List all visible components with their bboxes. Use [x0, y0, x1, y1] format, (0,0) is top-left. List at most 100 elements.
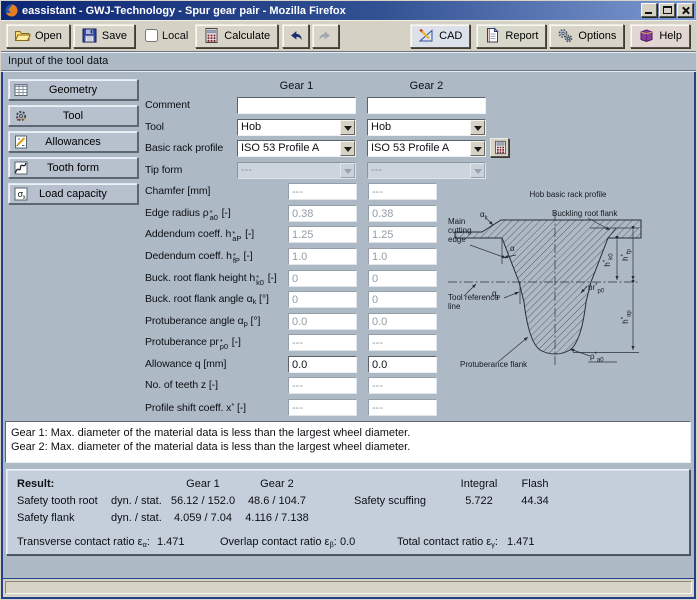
- hob-tooth-shape: [455, 220, 641, 354]
- no-of-teeth-z-gear2-input: [368, 377, 437, 394]
- maximize-icon: [663, 6, 672, 14]
- local-checkbox-group: Local: [145, 29, 188, 42]
- undo-button[interactable]: [282, 24, 309, 48]
- status-field: [5, 581, 692, 594]
- sidebar-item-load-capacity[interactable]: σ x Load capacity: [8, 183, 138, 204]
- cad-label: CAD: [439, 30, 462, 42]
- buck-root-flank-height-h-gear1-input: [288, 270, 357, 287]
- select-value: ---: [241, 164, 252, 176]
- select-value: Hob: [371, 121, 391, 133]
- dropdown-arrow-icon[interactable]: [340, 120, 355, 135]
- field-label: Chamfer [mm]: [145, 185, 210, 197]
- field-label: Buck. root flank angle αk [°]: [145, 293, 269, 306]
- overlap-contact-ratio-value: 0.0: [340, 536, 355, 548]
- sidebar-item-label: Geometry: [9, 84, 137, 96]
- protuberance-pr-gear1-input: [288, 334, 357, 351]
- help-button[interactable]: Help: [630, 24, 690, 48]
- buck-root-flank-angle-gear1-input: [288, 291, 357, 308]
- basic-rack-profile-gear2-select[interactable]: ISO 53 Profile A: [367, 140, 486, 157]
- svg-text:cutting: cutting: [448, 226, 472, 235]
- field-label: Buck. root flank height h*k0 [-]: [145, 272, 277, 285]
- maximize-button[interactable]: [659, 3, 675, 17]
- sidebar-item-tool[interactable]: Tool: [8, 105, 138, 126]
- report-button[interactable]: Report: [476, 24, 546, 48]
- content-area: Geometry Tool Allowances: [3, 72, 694, 578]
- sidebar-item-allowances[interactable]: Allowances: [8, 131, 138, 152]
- allowance-q-mm-gear2-input[interactable]: [368, 356, 437, 373]
- safety-scuffing-label: Safety scuffing: [354, 495, 426, 507]
- result-col-gear2: Gear 2: [227, 478, 327, 490]
- edge-radius-gear1-input: [288, 205, 357, 222]
- calculate-button[interactable]: Calculate: [195, 24, 278, 48]
- field-label: Addendum coeff. h*aP [-]: [145, 228, 254, 241]
- hob-basic-rack-profile-diagram: Hob basic rack profile Buc: [440, 186, 695, 388]
- alpha-label: α: [510, 244, 515, 253]
- tool-gear1-select[interactable]: Hob: [237, 119, 356, 136]
- options-button[interactable]: Options: [549, 24, 624, 48]
- result-row-label: Safety flank: [17, 512, 74, 524]
- field-label: Basic rack profile: [145, 142, 223, 154]
- result-col-integral: Integral: [449, 478, 509, 490]
- page-title: Input of the tool data: [1, 51, 696, 71]
- save-floppy-icon: [81, 27, 98, 44]
- result-panel: Result: Gear 1 Gear 2 Integral Flash Saf…: [6, 469, 690, 555]
- form-row-tip-form: Tip form------: [145, 162, 697, 180]
- toolbar: Open Save Local: [1, 20, 696, 51]
- dropdown-arrow-icon[interactable]: [470, 120, 485, 135]
- message-line: Gear 1: Max. diameter of the material da…: [11, 426, 685, 440]
- chamfer-mm-gear1-input: [288, 183, 357, 200]
- form-row-basic-rack-profile: Basic rack profile ISO 53 Profile A ISO 53…: [145, 140, 697, 158]
- protuberance-angle-gear2-input: [368, 313, 437, 330]
- dropdown-arrow-icon[interactable]: [470, 141, 485, 156]
- main-cutting-edge-label: Main: [448, 217, 465, 226]
- save-button[interactable]: Save: [73, 24, 135, 48]
- sidebar-item-tooth-form[interactable]: Tooth form: [8, 157, 138, 178]
- total-contact-ratio-label: Total contact ratio εγ:: [397, 536, 498, 549]
- total-contact-ratio-value: 1.471: [507, 536, 535, 548]
- cad-button[interactable]: CAD: [410, 24, 470, 48]
- allowance-q-mm-gear1-input[interactable]: [288, 356, 357, 373]
- form-row-profile-shift-coeff-x: Profile shift coeff. x* [-]: [145, 399, 697, 417]
- dropdown-arrow-icon[interactable]: [340, 141, 355, 156]
- open-button[interactable]: Open: [6, 24, 70, 48]
- redo-icon: [318, 27, 333, 44]
- minimize-button[interactable]: [641, 3, 657, 17]
- report-label: Report: [505, 30, 538, 42]
- help-label: Help: [659, 30, 682, 42]
- sidebar-item-geometry[interactable]: Geometry: [8, 79, 138, 100]
- transverse-contact-ratio-label: Transverse contact ratio εα:: [17, 536, 150, 549]
- basic-rack-profile-gear1-select[interactable]: ISO 53 Profile A: [237, 140, 356, 157]
- protuberance-pr-gear2-input: [368, 334, 437, 351]
- gear1-column-header: Gear 1: [237, 80, 356, 92]
- edge-radius-gear2-input: [368, 205, 437, 222]
- dropdown-arrow-icon: [470, 163, 485, 178]
- result-col-flash: Flash: [510, 478, 560, 490]
- protuberance-angle-gear1-input: [288, 313, 357, 330]
- comment-gear2-input[interactable]: [367, 97, 486, 114]
- close-button[interactable]: [677, 3, 693, 17]
- comment-gear1-input[interactable]: [237, 97, 356, 114]
- no-of-teeth-z-gear1-input: [288, 377, 357, 394]
- message-box: Gear 1: Max. diameter of the material da…: [5, 421, 691, 463]
- select-value: ---: [371, 164, 382, 176]
- select-value: Hob: [241, 121, 261, 133]
- calculator-icon: [493, 140, 508, 155]
- safety-scuffing-flash: 44.34: [510, 495, 560, 507]
- rack-profile-calculator-button[interactable]: [490, 138, 509, 157]
- select-value: ISO 53 Profile A: [241, 142, 319, 154]
- field-label: Edge radius ρ*a0 [-]: [145, 207, 231, 220]
- safety-tooth-root-gear2: 48.6 / 104.7: [227, 495, 327, 507]
- local-checkbox[interactable]: [145, 29, 158, 42]
- tool-gear2-select[interactable]: Hob: [367, 119, 486, 136]
- profile-shift-coeff-x-gear2-input: [368, 399, 437, 416]
- calculate-label: Calculate: [224, 30, 270, 42]
- cad-ruler-pencil-icon: [418, 27, 435, 44]
- local-label: Local: [162, 30, 188, 42]
- profile-shift-coeff-x-gear1-input: [288, 399, 357, 416]
- options-gears-icon: [557, 27, 574, 44]
- status-bar: [3, 579, 694, 597]
- gear2-column-header: Gear 2: [367, 80, 486, 92]
- alpha-k-label: αk: [480, 210, 489, 222]
- field-label: Protuberance angle αp [°]: [145, 315, 260, 328]
- open-label: Open: [35, 30, 62, 42]
